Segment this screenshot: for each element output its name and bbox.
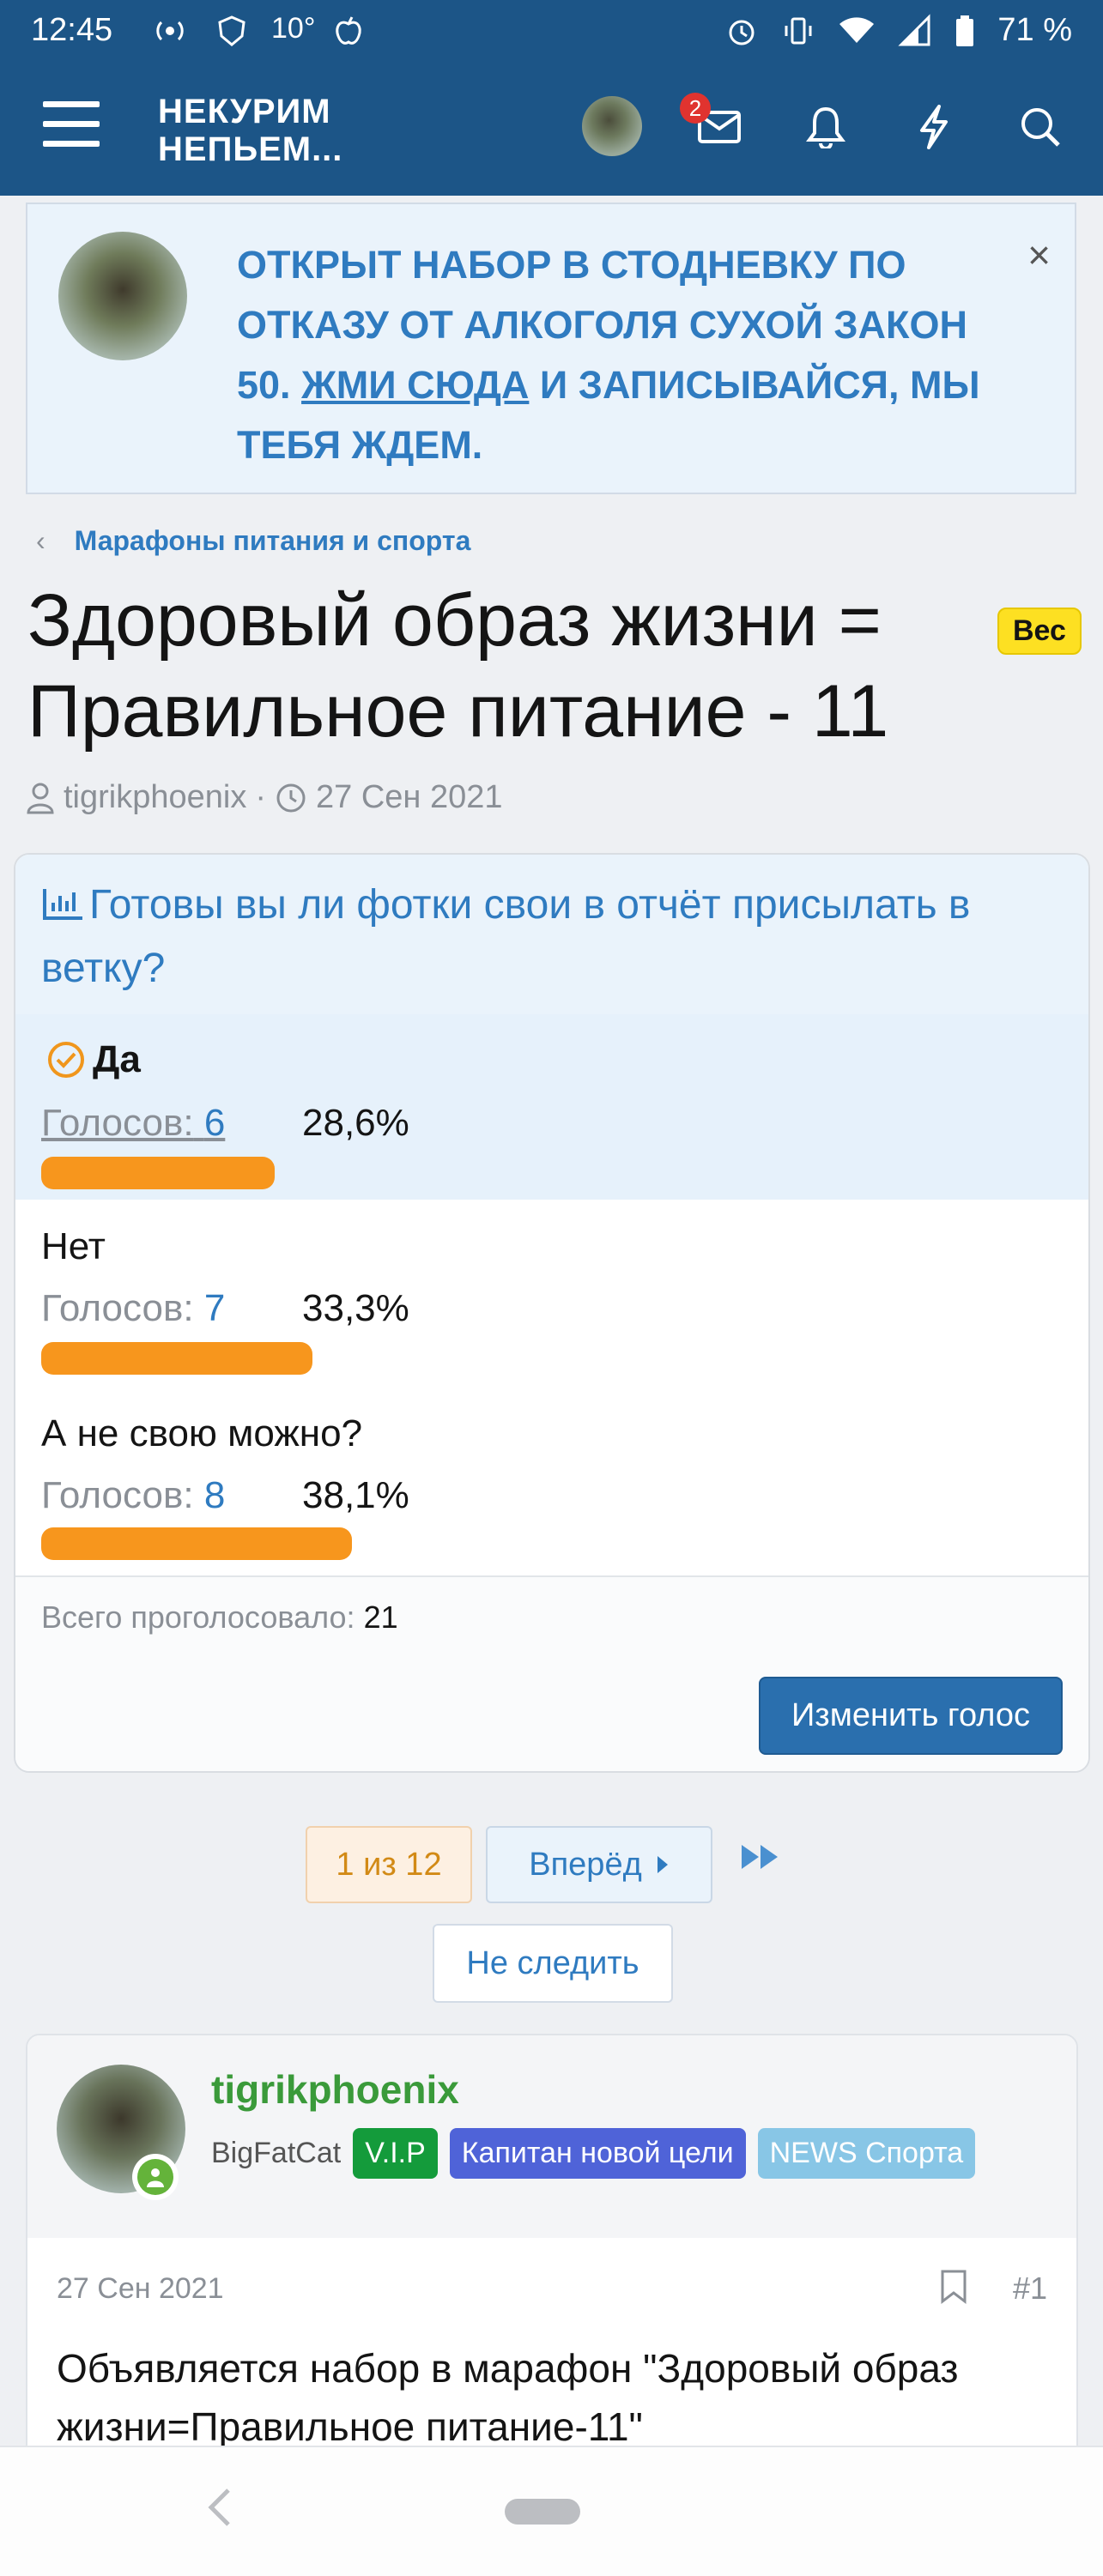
thread-author[interactable]: tigrikphoenix — [64, 779, 246, 816]
meta-separator: · — [255, 779, 266, 815]
thread-date[interactable]: 27 Сен 2021 — [316, 779, 502, 816]
votes-count: 7 — [203, 1287, 226, 1329]
poll-option-label: Да — [93, 1038, 141, 1080]
votes-count: 6 — [203, 1102, 226, 1144]
post-header: tigrikphoenix BigFatCat V.I.P Капитан но… — [27, 2035, 1076, 2238]
apple-icon — [331, 14, 366, 48]
poll-bar — [41, 1342, 312, 1375]
back-icon[interactable] — [203, 2482, 237, 2537]
search-icon[interactable] — [1008, 94, 1073, 160]
logo-line-1: НЕКУРИМ — [158, 93, 331, 130]
bolt-icon[interactable] — [901, 94, 967, 160]
status-bar: 12:45 10° 71 % — [0, 0, 1103, 67]
online-status-icon — [132, 2154, 179, 2200]
poll-total-text: Всего проголосовало: 21 — [41, 1599, 398, 1636]
thread-tag[interactable]: Вес — [997, 608, 1082, 655]
user-title: BigFatCat — [211, 2137, 342, 2169]
poll-footer: Изменить голос — [15, 1658, 1088, 1771]
thread-title: Здоровый образ жизни = Правильное питани… — [27, 579, 889, 753]
last-page-icon[interactable] — [740, 1841, 781, 1877]
breadcrumb[interactable]: ‹ Марафоны питания и спорта — [36, 525, 470, 557]
poll-question-header: Готовы вы ли фотки свои в отчёт присылат… — [15, 855, 1088, 1016]
votes-label: Голосов: — [41, 1474, 194, 1516]
post-number[interactable]: #1 — [1013, 2271, 1047, 2307]
bookmark-icon[interactable] — [939, 2269, 968, 2309]
system-nav-bar — [0, 2446, 1103, 2576]
post-username[interactable]: tigrikphoenix — [211, 2066, 459, 2113]
chevron-left-icon: ‹ — [36, 525, 45, 556]
temperature: 10° — [271, 12, 316, 45]
notice-banner: ОТКРЫТ НАБОР В СТОДНЕВКУ ПО ОТКАЗУ ОТ АЛ… — [26, 203, 1076, 494]
votes-count: 8 — [203, 1474, 226, 1516]
post-date[interactable]: 27 Сен 2021 — [57, 2272, 224, 2306]
site-logo[interactable]: НЕКУРИМ НЕПЬЕМ... — [158, 93, 342, 168]
shield-icon — [215, 14, 249, 48]
poll-question: Готовы вы ли фотки свои в отчёт присылат… — [41, 874, 1054, 1001]
poll-bar — [41, 1527, 352, 1560]
thread-meta: tigrikphoenix · 27 Сен 2021 — [26, 779, 502, 816]
notice-link[interactable]: ЖМИ СЮДА — [301, 363, 529, 407]
notice-avatar[interactable] — [58, 232, 187, 360]
close-icon[interactable]: × — [1027, 232, 1051, 278]
wifi-icon — [839, 16, 875, 43]
wireless-icon — [153, 14, 187, 48]
votes-label: Голосов: — [41, 1102, 194, 1144]
signal-icon — [898, 13, 930, 45]
post-user-badges: BigFatCat V.I.P Капитан новой цели NEWS … — [211, 2128, 976, 2179]
poll-option-label[interactable]: А не свою можно? — [41, 1412, 362, 1455]
caret-right-icon — [657, 1856, 668, 1873]
menu-icon[interactable] — [43, 101, 100, 153]
votes-label: Голосов: — [41, 1287, 194, 1329]
poll-bar — [41, 1157, 275, 1189]
vibrate-icon — [785, 17, 812, 44]
unwatch-button[interactable]: Не следить — [433, 1924, 673, 2003]
poll-option-1[interactable]: Да — [46, 1038, 141, 1081]
user-icon — [27, 783, 54, 813]
next-page-button[interactable]: Вперёд — [486, 1826, 712, 1903]
home-pill[interactable] — [505, 2499, 580, 2525]
logo-line-2: НЕПЬЕМ... — [158, 130, 343, 168]
chart-bar-icon — [43, 889, 82, 920]
poll-votes-link[interactable]: Голосов: 8 — [41, 1474, 225, 1517]
poll-option-label[interactable]: Нет — [41, 1225, 106, 1268]
badge-captain[interactable]: Капитан новой цели — [449, 2128, 746, 2179]
poll-question-text: Готовы вы ли фотки свои в отчёт присылат… — [41, 882, 971, 991]
bell-icon[interactable] — [793, 94, 858, 160]
total-value: 21 — [363, 1599, 398, 1635]
user-avatar[interactable] — [582, 96, 642, 156]
poll-percent: 38,1% — [302, 1474, 409, 1516]
badge-news[interactable]: NEWS Спорта — [757, 2128, 976, 2179]
battery-icon — [956, 15, 974, 46]
check-circle-icon — [48, 1042, 84, 1078]
status-right-icons: 71 % — [724, 12, 1072, 49]
status-time: 12:45 — [31, 12, 113, 48]
alarm-icon — [729, 20, 755, 45]
breadcrumb-label[interactable]: Марафоны питания и спорта — [75, 525, 471, 557]
clock-icon — [276, 783, 306, 812]
poll-percent: 33,3% — [302, 1287, 409, 1329]
battery-percent: 71 % — [997, 12, 1072, 48]
poll-votes-link[interactable]: Голосов: 6 — [41, 1102, 225, 1145]
total-label: Всего проголосовало: — [41, 1599, 355, 1635]
page-current[interactable]: 1 из 12 — [306, 1826, 472, 1903]
next-page-label: Вперёд — [529, 1846, 642, 1883]
notice-text: ОТКРЫТ НАБОР В СТОДНЕВКУ ПО ОТКАЗУ ОТ АЛ… — [237, 235, 1009, 475]
inbox-badge: 2 — [680, 93, 711, 124]
post-body: Объявляется набор в марафон "Здоровый об… — [57, 2346, 959, 2449]
change-vote-button[interactable]: Изменить голос — [758, 1677, 1063, 1755]
poll-votes-link[interactable]: Голосов: 7 — [41, 1287, 225, 1330]
poll-percent: 28,6% — [302, 1102, 409, 1144]
badge-vip[interactable]: V.I.P — [353, 2128, 438, 2179]
poll-block: Готовы вы ли фотки свои в отчёт присылат… — [14, 853, 1090, 1773]
poll-total: Всего проголосовало: 21 — [15, 1575, 1088, 1661]
